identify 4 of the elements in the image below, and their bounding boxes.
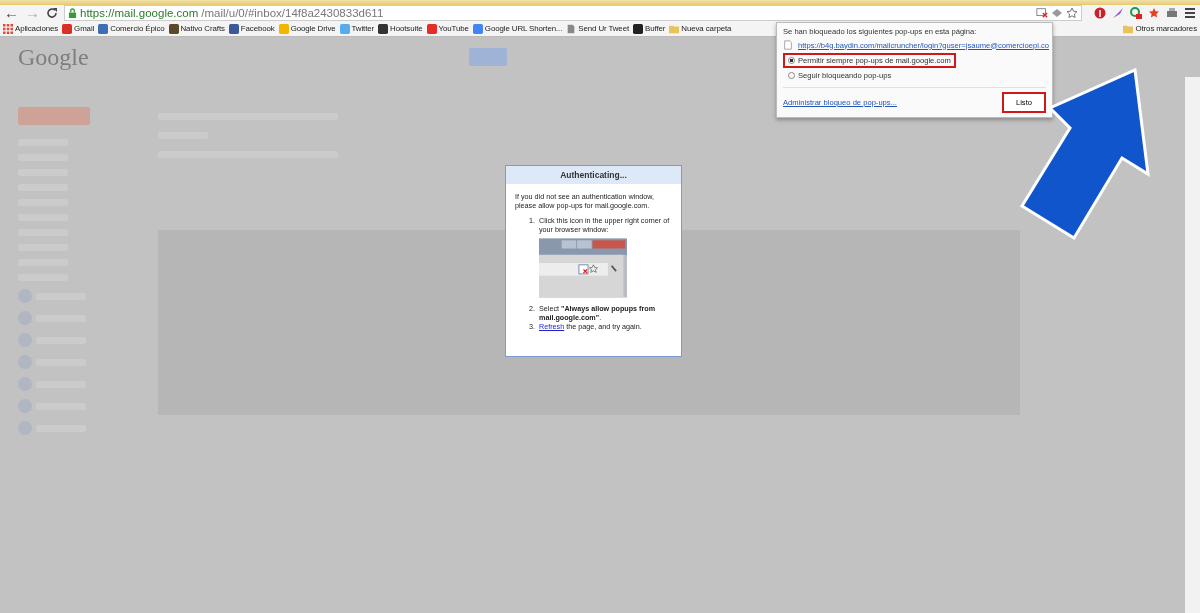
gmail-logo: Google	[18, 43, 89, 71]
back-icon[interactable]: ←	[4, 6, 19, 20]
address-field[interactable]: https://mail.google.com /mail/u/0/#inbox/14f8a2430833d611	[64, 5, 1082, 21]
dialog-title: Authenticating...	[506, 166, 681, 184]
